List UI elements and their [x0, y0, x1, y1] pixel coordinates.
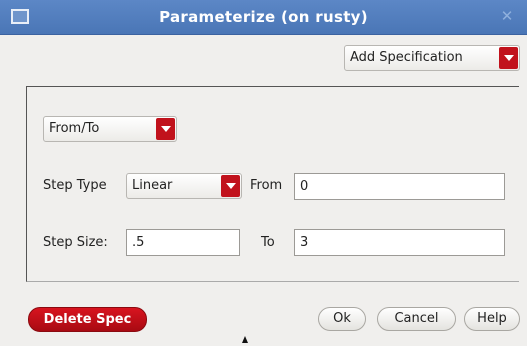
step-type-value: Linear: [132, 178, 173, 193]
range-mode-value: From/To: [49, 121, 100, 136]
range-mode-dropdown[interactable]: From/To: [43, 116, 177, 142]
chevron-down-icon: [499, 47, 518, 69]
step-size-label: Step Size:: [43, 235, 108, 250]
step-size-field[interactable]: .5: [126, 229, 240, 256]
help-button[interactable]: Help: [464, 307, 520, 331]
cancel-button[interactable]: Cancel: [377, 307, 456, 331]
window-title: Parameterize (on rusty): [159, 8, 368, 26]
delete-spec-button[interactable]: Delete Spec: [28, 307, 147, 332]
close-icon[interactable]: ✕: [499, 8, 515, 24]
add-specification-value: Add Specification: [350, 50, 463, 65]
parameterize-dialog: Parameterize (on rusty) ✕ Add Specificat…: [0, 0, 527, 346]
to-label: To: [261, 235, 275, 250]
step-type-dropdown[interactable]: Linear: [126, 173, 242, 199]
chevron-down-icon: [221, 175, 240, 197]
from-label: From: [250, 178, 283, 193]
to-field[interactable]: 3: [294, 229, 505, 256]
title-bar[interactable]: Parameterize (on rusty) ✕: [0, 0, 527, 35]
chevron-down-icon: [156, 118, 175, 140]
from-field[interactable]: 0: [294, 173, 505, 200]
step-type-label: Step Type: [43, 178, 107, 193]
mouse-cursor-icon: [242, 336, 248, 343]
add-specification-dropdown[interactable]: Add Specification: [344, 45, 520, 71]
ok-button[interactable]: Ok: [318, 307, 366, 331]
